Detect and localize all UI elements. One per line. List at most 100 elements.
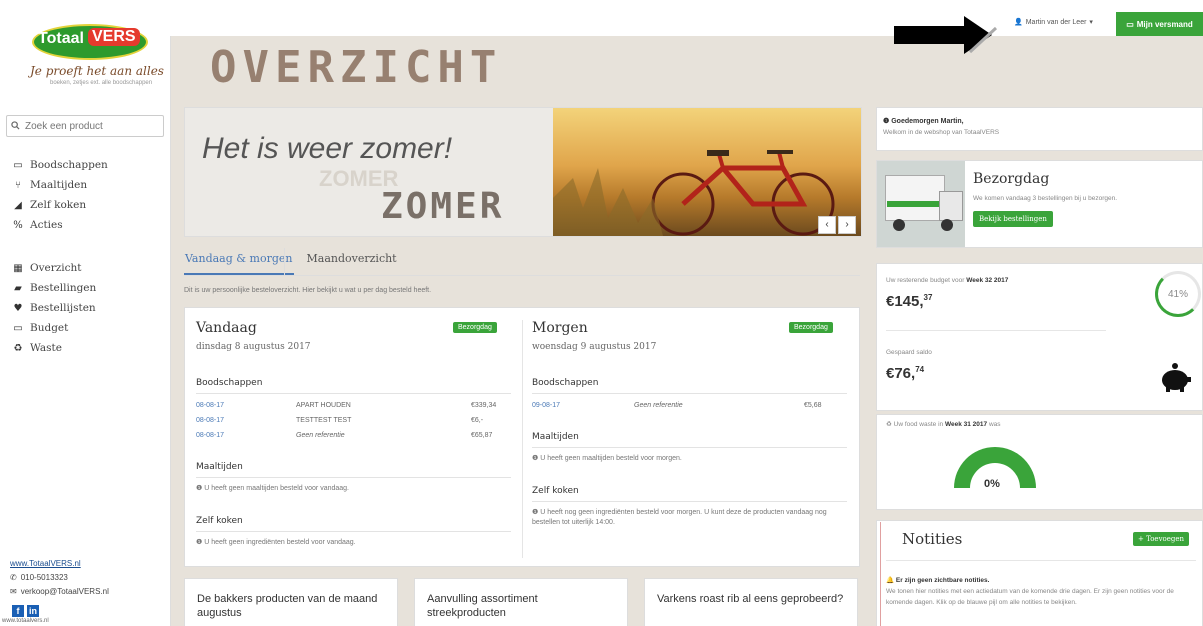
- nav-item-boodschappen[interactable]: ▭ Boodschappen: [12, 155, 108, 175]
- totaalvers-logo[interactable]: Totaal VERS: [32, 18, 148, 60]
- percent-icon: %: [13, 219, 23, 231]
- notes-margin-line: [880, 522, 881, 626]
- tomorrow-meals-heading: Maaltijden: [532, 432, 579, 442]
- today-delivery-badge[interactable]: Bezorgdag: [453, 322, 497, 333]
- tab-maandoverzicht[interactable]: Maandoverzicht: [306, 252, 398, 275]
- footer-url: www.totaalvers.nl: [2, 618, 49, 624]
- today-groceries-heading: Boodschappen: [196, 378, 263, 388]
- waste-label: ♻ Uw food waste in Week 31 2017 was: [886, 420, 1001, 428]
- add-note-button[interactable]: + Toevoegen: [1133, 532, 1190, 546]
- pan-icon: ◢: [14, 199, 22, 211]
- chevron-down-icon: ▾: [1089, 19, 1093, 26]
- tab-divider: [284, 248, 285, 275]
- order-date[interactable]: 08-08-17: [196, 432, 224, 439]
- budget-week: Week 32 2017: [966, 277, 1009, 284]
- bicycle-image: [553, 108, 861, 236]
- today-cook-info: ❶ U heeft geen ingrediënten besteld voor…: [196, 538, 511, 548]
- nav-item-zelf-koken[interactable]: ◢ Zelf koken: [12, 195, 108, 215]
- budget-progress-circle: 41%: [1155, 271, 1201, 317]
- savings-label: Gespaard saldo: [886, 349, 932, 356]
- add-note-label: Toevoegen: [1146, 535, 1185, 543]
- tomorrow-meals-info: ❶ U heeft geen maaltijden besteld voor m…: [532, 454, 847, 464]
- today-meals-heading: Maaltijden: [196, 462, 243, 472]
- email-address[interactable]: verkoop@TotaalVERS.nl: [21, 587, 109, 596]
- budget-label-prefix: Uw resterende budget voor: [886, 277, 965, 284]
- nav-item-budget[interactable]: ▭ Budget: [12, 318, 96, 338]
- budget-amount-main: €145,: [886, 293, 924, 310]
- waste-label-suffix: was: [988, 421, 1001, 428]
- news-card[interactable]: Aanvulling assortiment streekproducten: [414, 578, 628, 626]
- website-link[interactable]: www.TotaalVERS.nl: [10, 559, 81, 568]
- notes-info-text: We tonen hier notities met een actiedatu…: [886, 588, 1174, 606]
- notes-info: 🔔 Er zijn geen zichtbare notities. We to…: [886, 575, 1198, 608]
- budget-label: Uw resterende budget voor Week 32 2017: [886, 277, 1008, 284]
- order-date[interactable]: 08-08-17: [196, 417, 224, 424]
- tomorrow-groceries-heading: Boodschappen: [532, 378, 599, 388]
- banner-next-button[interactable]: ›: [838, 216, 856, 234]
- order-reference: APART HOUDEN: [296, 402, 351, 409]
- divider: [886, 330, 1106, 331]
- order-amount: €5,68: [804, 402, 822, 409]
- cart-button[interactable]: ▭ Mijn versmand: [1116, 12, 1203, 36]
- divider: [886, 560, 1196, 561]
- search-box[interactable]: [6, 115, 164, 137]
- order-date[interactable]: 09-08-17: [532, 402, 560, 409]
- user-menu[interactable]: 👤 Martin van der Leer ▾: [1014, 18, 1093, 27]
- order-amount: €65,87: [471, 432, 493, 439]
- nav-item-overzicht[interactable]: ▦ Overzicht: [12, 258, 96, 278]
- nav-label: Overzicht: [30, 262, 82, 274]
- info-icon: ❶: [532, 509, 541, 516]
- search-icon: [11, 120, 20, 133]
- view-orders-button[interactable]: Bekijk bestellingen: [973, 211, 1053, 227]
- news-card[interactable]: De bakkers producten van de maand august…: [184, 578, 398, 626]
- greeting-box: ❶ Goedemorgen Martin, Welkom in de websh…: [876, 107, 1203, 151]
- facebook-icon[interactable]: f: [12, 605, 24, 617]
- delivery-box: Bezorgdag We komen vandaag 3 bestellinge…: [876, 160, 1203, 248]
- nav-item-maaltijden[interactable]: ⑂ Maaltijden: [12, 175, 108, 195]
- search-input[interactable]: [23, 119, 157, 133]
- day-panel: Vandaag dinsdag 8 augustus 2017 Bezorgda…: [184, 307, 860, 567]
- tomorrow-cook-info: ❶ U heeft nog geen ingrediënten besteld …: [532, 508, 850, 528]
- order-amount: €339,34: [471, 402, 497, 409]
- nav-item-waste[interactable]: ♻ Waste: [12, 338, 96, 358]
- heart-icon: ♥: [13, 302, 23, 314]
- divider: [532, 501, 847, 502]
- banner-title: Het is weer zomer!: [202, 132, 453, 165]
- waste-box: [876, 414, 1203, 510]
- nav-item-bestellingen[interactable]: ▰ Bestellingen: [12, 278, 96, 298]
- savings-amount-cents: 74: [915, 365, 925, 374]
- savings-amount: €76,74: [886, 365, 924, 382]
- greeting-title: ❶ Goedemorgen Martin,: [883, 117, 1196, 125]
- recycle-icon: ♻: [13, 342, 23, 354]
- nav-main: ▭ Boodschappen ⑂ Maaltijden ◢ Zelf koken % A…: [12, 155, 108, 235]
- tab-vandaag-morgen[interactable]: Vandaag & morgen: [184, 252, 294, 275]
- order-date[interactable]: 08-08-17: [196, 402, 224, 409]
- social-links: f in: [12, 605, 39, 617]
- user-icon: 👤: [1014, 19, 1023, 26]
- promo-banner[interactable]: Het is weer zomer! ZOMER ZOMER: [184, 107, 862, 237]
- piggy-bank-icon: [1162, 363, 1191, 392]
- user-name: Martin van der Leer: [1025, 18, 1087, 26]
- divider: [196, 393, 511, 394]
- tomorrow-date: woensdag 9 augustus 2017: [532, 342, 657, 352]
- order-reference: Geen referentie: [296, 432, 345, 439]
- nav-item-bestellijsten[interactable]: ♥ Bestellijsten: [12, 298, 96, 318]
- nav-item-acties[interactable]: % Acties: [12, 215, 108, 235]
- truck-icon: ▰: [14, 282, 22, 294]
- tomorrow-delivery-badge[interactable]: Bezorgdag: [789, 322, 833, 333]
- greeting-text: Goedemorgen Martin,: [891, 118, 964, 125]
- news-card[interactable]: Varkens roast rib al eens geprobeerd?: [644, 578, 858, 626]
- notes-info-title: Er zijn geen zichtbare notities.: [895, 577, 990, 584]
- linkedin-icon[interactable]: in: [27, 605, 39, 617]
- nav-label: Bestellijsten: [30, 302, 96, 314]
- info-icon: ❶: [196, 539, 205, 546]
- delivery-title: Bezorgdag: [973, 171, 1050, 187]
- banner-prev-button[interactable]: ‹: [818, 216, 836, 234]
- waste-label-prefix: Uw food waste in: [893, 421, 944, 428]
- info-text: U heeft nog geen ingrediënten besteld vo…: [532, 509, 827, 526]
- today-date: dinsdag 8 augustus 2017: [196, 342, 311, 352]
- greeting-sub: Welkom in de webshop van TotaalVERS: [883, 129, 1000, 136]
- phone-icon: ✆: [10, 572, 17, 582]
- notes-title: Notities: [902, 530, 963, 548]
- divider: [196, 531, 511, 532]
